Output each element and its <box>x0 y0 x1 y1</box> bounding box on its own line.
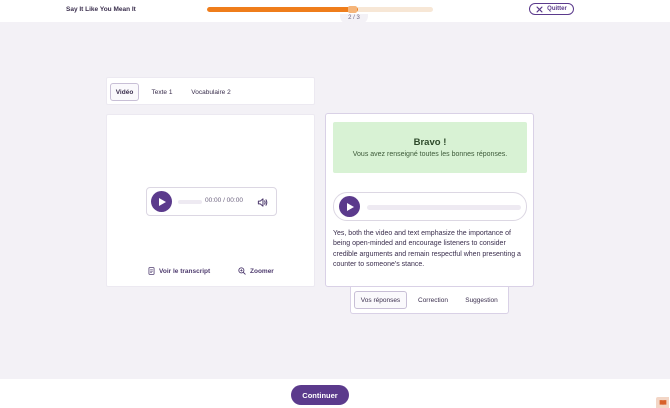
audio-player <box>333 192 527 221</box>
video-panel: 00:00 / 00:00 Voir le transcript Zoomer <box>106 114 315 287</box>
play-icon[interactable] <box>339 196 360 217</box>
success-message: Vous avez renseigné toutes les bonnes ré… <box>352 151 508 158</box>
quit-label: Quitter <box>547 6 567 12</box>
quit-button[interactable]: Quitter <box>529 3 574 15</box>
video-player: 00:00 / 00:00 <box>146 187 277 216</box>
progress-counter: 2 / 3 <box>340 14 368 24</box>
help-button[interactable] <box>656 397 669 408</box>
zoom-label: Zoomer <box>250 267 274 275</box>
answer-text: Yes, both the video and text emphasize t… <box>333 230 521 268</box>
zoom-icon <box>238 267 246 275</box>
progress-bar <box>207 7 433 12</box>
app-title: Say It Like You Mean It <box>66 6 136 13</box>
tab-suggestion[interactable]: Suggestion <box>459 291 504 309</box>
transcript-label: Voir le transcript <box>159 267 211 275</box>
audio-seek-bar[interactable] <box>367 205 521 210</box>
video-time: 00:00 / 00:00 <box>205 197 243 204</box>
success-banner: Bravo ! Vous avez renseigné toutes les b… <box>333 122 527 173</box>
result-panel: Bravo ! Vous avez renseigné toutes les b… <box>325 113 534 287</box>
result-tabs: Vos réponses Correction Suggestion <box>350 287 509 314</box>
document-icon <box>148 267 155 275</box>
progress-marker <box>348 6 357 13</box>
volume-icon[interactable] <box>255 195 269 209</box>
play-icon[interactable] <box>151 191 172 212</box>
transcript-link[interactable]: Voir le transcript <box>148 267 210 275</box>
tab-video[interactable]: Vidéo <box>110 83 139 101</box>
zoom-link[interactable]: Zoomer <box>238 267 274 275</box>
progress-fill <box>207 7 358 12</box>
media-tabs: Vidéo Texte 1 Vocabulaire 2 <box>106 77 315 105</box>
video-seek-bar[interactable] <box>178 200 202 204</box>
close-icon <box>536 5 543 13</box>
tab-vos-reponses[interactable]: Vos réponses <box>354 291 407 309</box>
book-icon <box>659 400 666 406</box>
tab-vocabulaire-2[interactable]: Vocabulaire 2 <box>185 83 237 101</box>
tab-texte-1[interactable]: Texte 1 <box>146 83 178 101</box>
continue-button[interactable]: Continuer <box>291 385 349 405</box>
success-title: Bravo ! <box>413 137 447 148</box>
tab-correction[interactable]: Correction <box>412 291 454 309</box>
